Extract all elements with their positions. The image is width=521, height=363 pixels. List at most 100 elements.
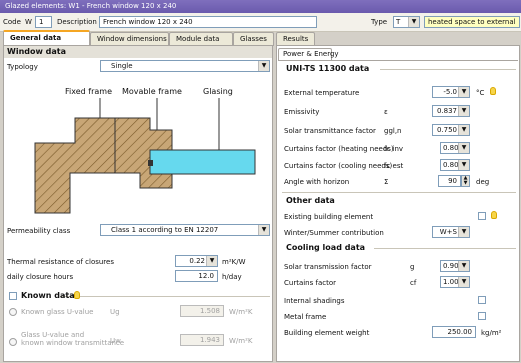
permeability-value: Class 1 according to EN 12207 [111, 226, 219, 234]
solar-transmission-symbol: g [410, 263, 415, 271]
type-select-value: T [396, 18, 401, 26]
glazing-label: Glasing [203, 87, 233, 96]
tab-results[interactable]: Results [276, 32, 315, 46]
external-temperature-select[interactable]: -5.0 ▼ [432, 86, 470, 98]
chevron-down-icon: ▼ [258, 61, 269, 71]
external-temperature-label: External temperature [284, 89, 360, 97]
known-data-checkbox[interactable] [9, 292, 17, 300]
window-frame-diagram [34, 98, 256, 214]
glass-u-radio[interactable] [9, 338, 17, 346]
typology-value: Single [111, 62, 133, 70]
permeability-select[interactable]: Class 1 according to EN 12207 ▼ [100, 224, 270, 236]
thermal-resistance-unit: m²K/W [222, 258, 246, 266]
angle-horizon-symbol: Σ [384, 178, 389, 186]
ug-unit: W/m²K [229, 308, 253, 316]
code-input[interactable]: 1 [35, 16, 52, 28]
window-data-title: Window data [7, 47, 67, 56]
angle-horizon-input[interactable]: 90 [438, 175, 461, 187]
angle-horizon-label: Angle with horizon [284, 178, 350, 186]
lightbulb-icon [490, 87, 496, 95]
curtains-heating-symbol: fc inv [384, 145, 404, 153]
known-glass-label: Known glass U-value [21, 308, 94, 316]
fixed-frame-shape [34, 117, 116, 214]
solar-transmission-select[interactable]: 0.90 ▼ [440, 260, 470, 272]
ug-input[interactable]: 1.508 [180, 305, 224, 317]
tab-power-energy[interactable]: Power & Energy [278, 48, 339, 60]
existing-element-checkbox[interactable] [478, 212, 486, 220]
curtains-heating-label: Curtains factor (heating needs) [284, 145, 394, 153]
type-label: Type [371, 18, 388, 26]
curtains-cooling-select[interactable]: 0.80 ▼ [440, 159, 470, 171]
metal-frame-checkbox[interactable] [478, 312, 486, 320]
chevron-down-icon: ▼ [458, 106, 469, 116]
emissivity-value: 0.837 [436, 107, 457, 115]
curtains-cooling-label: Curtains factor (cooling needs) [284, 162, 393, 170]
known-glass-radio[interactable] [9, 308, 17, 316]
solar-transmittance-select[interactable]: 0.750 ▼ [432, 124, 470, 136]
uw-unit: W/m²K [229, 337, 253, 345]
chevron-down-icon: ▼ [458, 125, 469, 135]
emissivity-select[interactable]: 0.837 ▼ [432, 105, 470, 117]
internal-shadings-label: Internal shadings [284, 297, 345, 305]
solar-transmittance-value: 0.750 [436, 126, 457, 134]
external-temperature-value: -5.0 [443, 88, 457, 96]
tab-glasses[interactable]: Glasses [233, 32, 274, 46]
type-select[interactable]: T ▼ [393, 16, 420, 28]
daily-closure-input[interactable]: 12.0 [175, 270, 218, 282]
solar-transmission-label: Solar transmission factor [284, 263, 372, 271]
daily-closure-unit: h/day [222, 273, 242, 281]
code-prefix: W [25, 18, 32, 26]
chevron-down-icon: ▼ [408, 17, 419, 27]
angle-horizon-unit: deg [476, 178, 490, 186]
permeability-label: Permeability class [7, 227, 71, 235]
tab-general-data[interactable]: General data [3, 30, 90, 46]
uw-input[interactable]: 1.943 [180, 334, 224, 346]
emissivity-symbol: ε [384, 108, 388, 116]
daily-closure-label: daily closure hours [7, 273, 74, 281]
curtains-factor-value: 1.00 [443, 278, 459, 286]
window-title: Glazed elements: W1 - French window 120 … [0, 0, 521, 13]
solar-transmittance-symbol: ggl,n [384, 127, 402, 135]
curtains-factor-select[interactable]: 1.00 ▼ [440, 276, 470, 288]
type-description: heated space to external [424, 16, 520, 28]
lightbulb-icon [74, 291, 80, 299]
chevron-down-icon: ▼ [258, 225, 269, 235]
emissivity-label: Emissivity [284, 108, 320, 116]
curtains-cooling-value: 0.80 [443, 161, 459, 169]
thermal-resistance-select[interactable]: 0.22 ▼ [175, 255, 218, 267]
chevron-down-icon: ▼ [458, 227, 469, 237]
chevron-down-icon: ▼ [458, 277, 469, 287]
typology-label: Typology [7, 63, 38, 71]
other-data-divider-top [282, 192, 516, 193]
curtains-cooling-symbol: fc est [384, 162, 404, 170]
solar-transmission-value: 0.90 [443, 262, 459, 270]
spinner-arrows-icon[interactable]: ▲ ▼ [461, 175, 470, 187]
cooling-load-title: Cooling load data [286, 243, 366, 252]
building-weight-input[interactable]: 250.00 [432, 326, 476, 338]
known-data-title: Known data [21, 291, 75, 300]
glass-u-label-line1: Glass U-value and [21, 331, 85, 339]
curtains-factor-symbol: cf [410, 279, 417, 287]
internal-shadings-checkbox[interactable] [478, 296, 486, 304]
external-temperature-unit: °C [476, 89, 485, 97]
winter-summer-value: W+S [439, 228, 457, 236]
lightbulb-icon [491, 211, 497, 219]
building-weight-label: Building element weight [284, 329, 370, 337]
subtab-divider [278, 60, 518, 61]
uw-label: Uw [110, 337, 121, 345]
description-label: Description [57, 18, 97, 26]
tab-module-data[interactable]: Module data [169, 32, 233, 46]
winter-summer-label: Winter/Summer contribution [284, 229, 384, 237]
other-data-title: Other data [286, 196, 335, 205]
known-data-divider [60, 296, 270, 297]
glazing-shape [149, 149, 256, 175]
uni-ts-title: UNI-TS 11300 data [286, 64, 370, 73]
tab-window-dimensions[interactable]: Window dimensions [90, 32, 169, 46]
winter-summer-select[interactable]: W+S ▼ [432, 226, 470, 238]
curtains-heating-select[interactable]: 0.80 ▼ [440, 142, 470, 154]
description-input[interactable]: French window 120 x 240 [99, 16, 317, 28]
glass-u-label-line2: known window transmittance [21, 339, 125, 347]
chevron-down-icon: ▼ [458, 143, 469, 153]
typology-select[interactable]: Single ▼ [100, 60, 270, 72]
code-label: Code [3, 18, 21, 26]
